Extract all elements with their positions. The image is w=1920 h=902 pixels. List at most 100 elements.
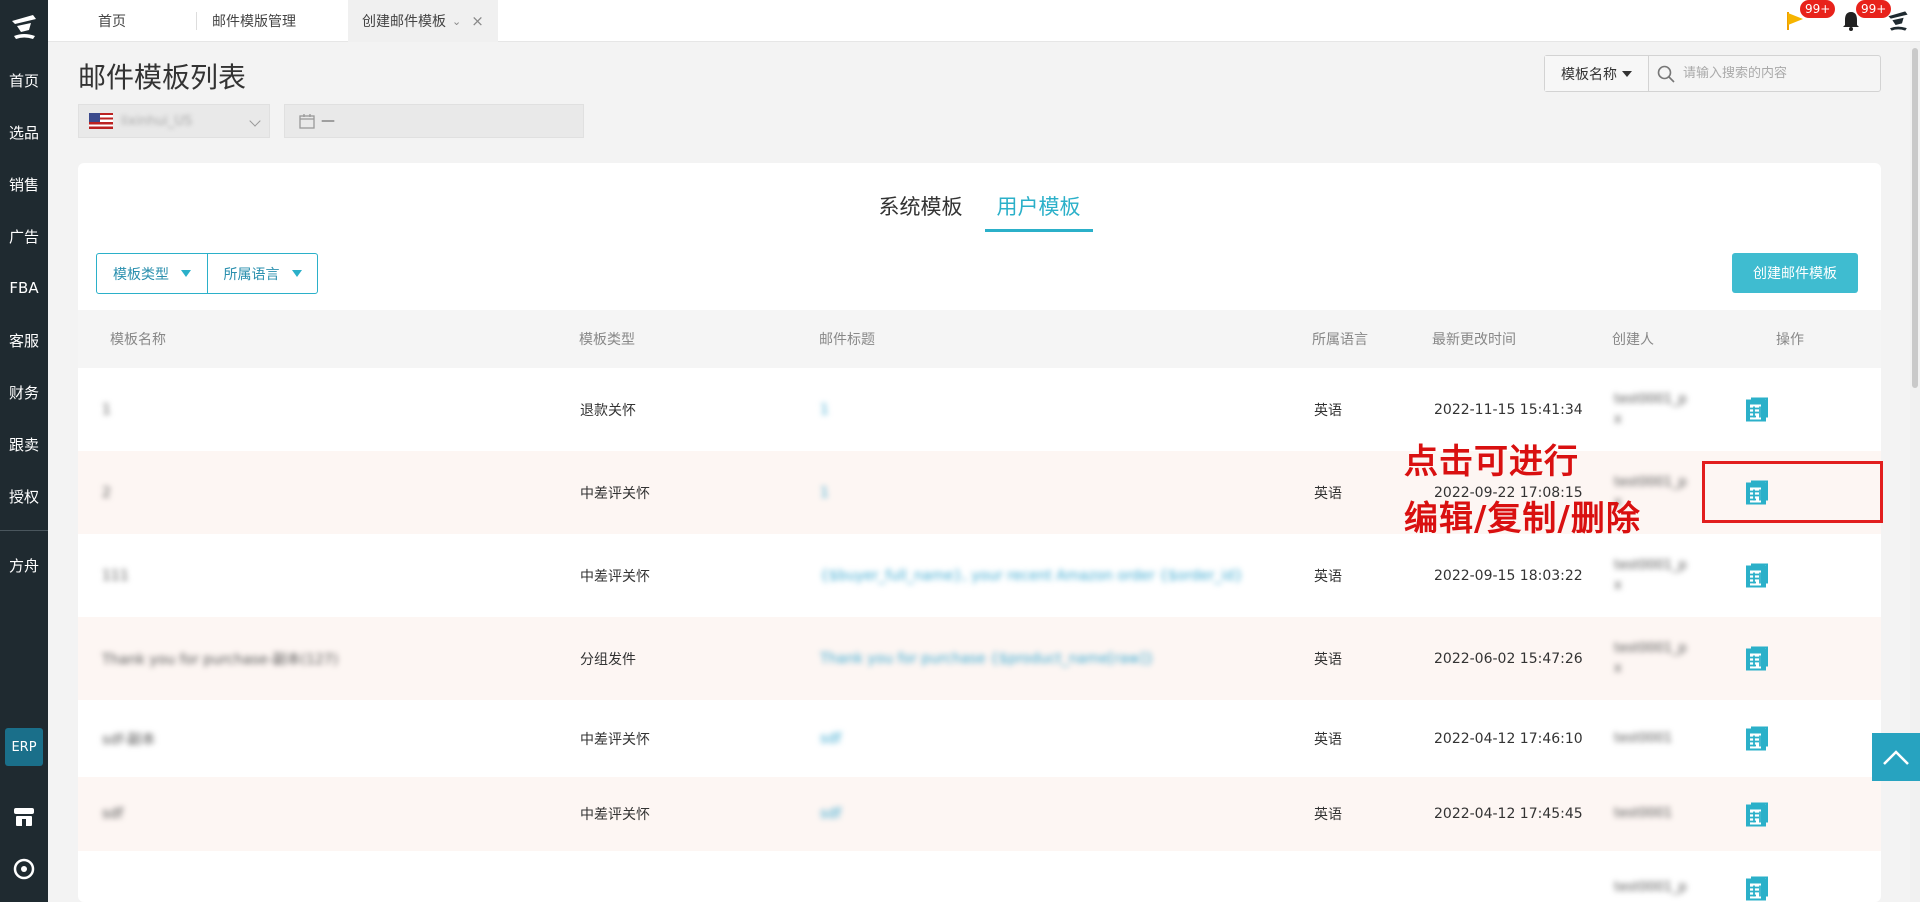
chevron-down-icon [249, 115, 261, 127]
creator-line2: x [1614, 411, 1622, 427]
language-cell: 英语 [1314, 568, 1342, 585]
creator-cell: test0001_px [1614, 639, 1687, 679]
sidebar-item-follow-sell[interactable]: 跟卖 [0, 418, 48, 470]
scrollbar-thumb[interactable] [1912, 48, 1918, 388]
sidebar: 首页 选品 销售 广告 FBA 客服 财务 跟卖 授权 方舟 ERP [0, 0, 48, 902]
creator-line1: test0001_p [1614, 880, 1687, 895]
column-header: 创建人 [1612, 332, 1654, 348]
template-name-cell: 1 [102, 401, 111, 418]
caret-down-icon [291, 270, 302, 277]
search-type-select[interactable]: 模板名称 [1545, 56, 1649, 91]
sidebar-item-finance[interactable]: 财务 [0, 366, 48, 418]
template-type-cell: 中差评关怀 [580, 807, 650, 823]
email-subject-link[interactable]: sdf [820, 806, 841, 822]
table-row: 111 中差评关怀 {$buyer_full_name}, your recent … [78, 534, 1881, 617]
modified-time-cell: 2022-11-15 15:41:34 [1434, 401, 1583, 418]
template-type-cell: 分组发件 [580, 651, 636, 668]
delete-icon[interactable] [1743, 396, 1770, 423]
delete-icon[interactable] [1743, 562, 1770, 589]
sidebar-item-sales[interactable]: 销售 [0, 158, 48, 210]
creator-cell: test0001_p [1614, 878, 1687, 898]
modified-time-cell: 2022-04-12 17:45:45 [1434, 806, 1583, 822]
shop-select[interactable]: lixinhui_US [78, 104, 270, 138]
email-subject-link[interactable]: {$buyer_full_name}, your recent Amazon o… [820, 568, 1243, 584]
erp-button[interactable]: ERP [5, 728, 43, 766]
creator-line1: test0001 [1614, 730, 1673, 746]
search-icon[interactable] [1657, 65, 1675, 83]
creator-line1: test0001 [1614, 806, 1673, 821]
caret-down-icon [181, 270, 191, 277]
sidebar-item-customer-service[interactable]: 客服 [0, 314, 48, 366]
template-type-cell: 中差评关怀 [580, 731, 650, 748]
search-input-wrap [1649, 56, 1880, 91]
tab-create-email-template[interactable]: 创建邮件模板 ⌄ × [348, 0, 498, 42]
email-subject-link[interactable]: Thank you for purchase {$product_name[ra… [820, 651, 1154, 667]
sidebar-item-fba[interactable]: FBA [0, 262, 48, 314]
support-icon[interactable] [12, 857, 36, 881]
email-subject-link[interactable]: 1 [820, 485, 829, 501]
annotation-highlight-box [1702, 461, 1883, 523]
tab-system-templates[interactable]: 系统模板 [867, 191, 975, 232]
annotation-text-line2: 编辑/复制/删除 [1404, 499, 1641, 539]
date-range-picker[interactable]: — [284, 104, 584, 138]
filter-template-type[interactable]: 模板类型 [97, 254, 207, 293]
creator-line2: x [1614, 577, 1622, 593]
table-row: sdf 中差评关怀 sdf 英语 2022-04-12 17:45:45 test0001 [78, 777, 1881, 851]
modified-time-cell: 2022-04-12 17:46:10 [1434, 730, 1583, 747]
template-type-cell: 中差评关怀 [580, 568, 650, 585]
table-row: Thank you for purchase-副本(127) 分组发件 Thank … [78, 617, 1881, 700]
creator-line1: test0001_p [1614, 391, 1687, 407]
sidebar-item-ark[interactable]: 方舟 [0, 539, 48, 591]
flag-badge: 99+ [1800, 0, 1836, 18]
email-subject-link[interactable]: 1 [820, 402, 829, 418]
template-name-cell: sdf-副本 [102, 731, 156, 748]
store-icon[interactable] [12, 805, 36, 829]
create-email-template-button[interactable]: 创建邮件模板 [1732, 253, 1858, 293]
filter-label: 所属语言 [223, 266, 280, 283]
modified-time-cell: 2022-09-15 18:03:22 [1434, 567, 1583, 584]
delete-icon[interactable] [1743, 645, 1770, 672]
sidebar-divider [0, 530, 48, 531]
sidebar-item-home[interactable]: 首页 [0, 54, 48, 106]
page-title: 邮件模板列表 [78, 61, 247, 94]
creator-line2: x [1614, 660, 1622, 676]
sidebar-item-ads[interactable]: 广告 [0, 210, 48, 262]
language-cell: 英语 [1314, 485, 1342, 502]
tab-label: 首页 [98, 14, 126, 30]
tab-home[interactable]: 首页 [98, 0, 126, 42]
modified-time-cell: 2022-06-02 15:47:26 [1434, 650, 1583, 667]
tab-email-template-management[interactable]: 邮件模版管理 [212, 0, 296, 42]
column-header: 所属语言 [1312, 332, 1368, 348]
tab-divider [196, 12, 197, 30]
scroll-to-top-button[interactable] [1872, 733, 1920, 781]
table-row: test0001_p [78, 851, 1881, 902]
delete-icon[interactable] [1743, 725, 1770, 752]
search-input[interactable] [1683, 66, 1873, 81]
chevron-up-icon [1883, 750, 1909, 765]
column-header: 模板名称 [110, 332, 166, 348]
language-cell: 英语 [1314, 651, 1342, 668]
filter-language[interactable]: 所属语言 [207, 254, 317, 293]
delete-icon[interactable] [1743, 875, 1770, 902]
creator-line1: test0001_p [1614, 640, 1687, 656]
template-type-cell: 退款关怀 [580, 402, 636, 419]
calendar-icon [299, 114, 315, 129]
chevron-down-icon[interactable]: ⌄ [452, 15, 461, 28]
tab-user-templates[interactable]: 用户模板 [984, 191, 1093, 232]
filter-label: 模板类型 [113, 266, 169, 283]
close-icon[interactable]: × [471, 12, 484, 30]
language-cell: 英语 [1314, 402, 1342, 419]
user-avatar-icon[interactable] [1886, 9, 1910, 33]
table-row: 1 退款关怀 1 英语 2022-11-15 15:41:34 test0001_px [78, 368, 1881, 451]
template-tabs: 系统模板 用户模板 [78, 191, 1881, 232]
sidebar-item-authorization[interactable]: 授权 [0, 470, 48, 522]
template-name-cell: 111 [102, 567, 129, 584]
tab-bar: 首页 邮件模版管理 创建邮件模板 ⌄ × 99+ 99+ [48, 0, 1920, 42]
tab-label: 创建邮件模板 [362, 14, 446, 30]
creator-cell: test0001_p x [1614, 556, 1687, 596]
app-logo[interactable] [0, 0, 48, 54]
sidebar-item-product-selection[interactable]: 选品 [0, 106, 48, 158]
delete-icon[interactable] [1743, 801, 1770, 828]
table-row: sdf-副本 中差评关怀 sdf 英语 2022-04-12 17:46:10 test0… [78, 700, 1881, 777]
email-subject-link[interactable]: sdf [820, 731, 841, 747]
